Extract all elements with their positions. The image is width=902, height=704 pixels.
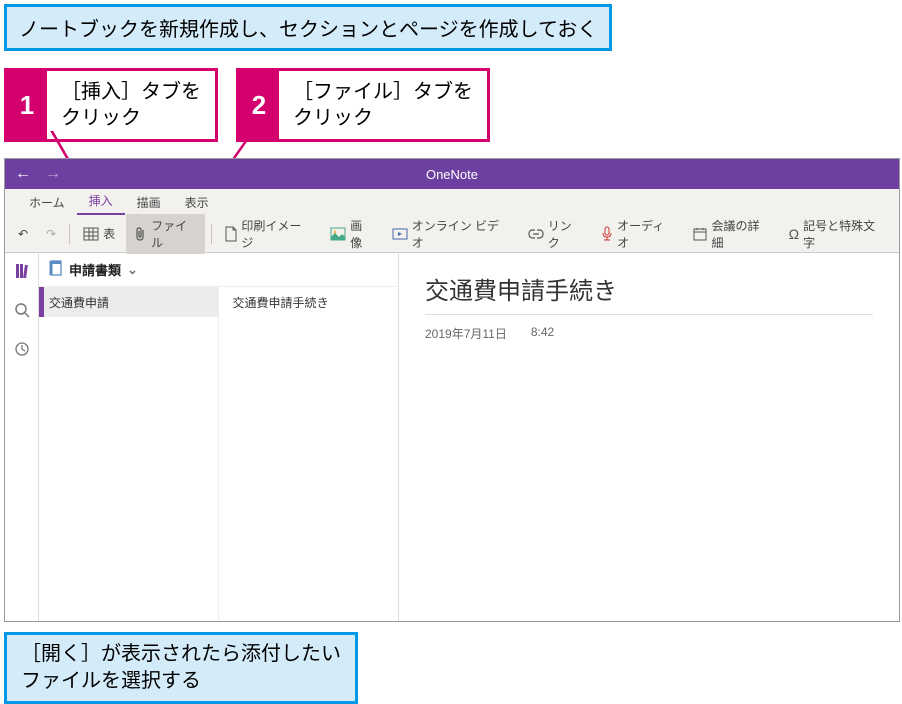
page-list: 交通費申請手続き [219, 287, 399, 621]
tab-view[interactable]: 表示 [173, 190, 221, 215]
navigation-column: 申請書類 ⌄ 交通費申請 交通費申請手続き [39, 253, 399, 621]
section-name: 交通費申請 [49, 294, 109, 311]
search-icon[interactable] [14, 302, 30, 323]
audio-label: オーディオ [617, 217, 675, 251]
calendar-icon [693, 227, 707, 241]
link-icon [528, 229, 544, 239]
back-arrow-icon[interactable]: ← [15, 165, 31, 183]
page-content[interactable]: 交通費申請手続き 2019年7月11日 8:42 [399, 253, 899, 621]
step-box-2: 2 ［ファイル］タブを クリック [236, 68, 490, 142]
page-list-label: 交通費申請手続き [233, 294, 329, 311]
paperclip-icon [133, 226, 147, 242]
instructional-callout-bottom: ［開く］が表示されたら添付したい ファイルを選択する [4, 632, 358, 704]
recent-icon[interactable] [14, 341, 30, 362]
instructional-callout-top: ノートブックを新規作成し、セクションとページを作成しておく [4, 4, 612, 51]
notebooks-icon[interactable] [14, 263, 30, 284]
link-label: リンク [548, 217, 583, 251]
notebook-name: 申請書類 [69, 260, 121, 279]
left-rail [5, 253, 39, 621]
page-title[interactable]: 交通費申請手続き [425, 271, 873, 315]
nav-lists: 交通費申請 交通費申請手続き [39, 287, 398, 621]
toolbar-separator [69, 224, 70, 244]
step-text-2: ［ファイル］タブを クリック [279, 71, 487, 139]
undo-icon: ↶ [18, 227, 28, 241]
app-title: OneNote [426, 167, 478, 182]
page-list-item[interactable]: 交通費申請手続き [219, 287, 399, 317]
forward-arrow-icon[interactable]: → [45, 165, 61, 183]
table-icon [83, 226, 99, 242]
step-number-2: 2 [239, 71, 279, 139]
app-body: 申請書類 ⌄ 交通費申請 交通費申請手続き 交通費申請手続き 2019 [5, 253, 899, 621]
step-number-1: 1 [7, 71, 47, 139]
redo-button[interactable]: ↷ [39, 224, 63, 244]
callout-top-text: ノートブックを新規作成し、セクションとページを作成しておく [19, 19, 597, 41]
tab-home[interactable]: ホーム [17, 190, 77, 215]
online-video-label: オンライン ビデオ [412, 217, 510, 251]
callout-bottom-line2: ファイルを選択する [21, 670, 201, 692]
callout-bottom-line1: ［開く］が表示されたら添付したい [21, 643, 341, 665]
page-time: 8:42 [531, 325, 554, 342]
titlebar-left: ← → [5, 159, 61, 189]
toolbar-separator [211, 224, 212, 244]
symbol-label: 記号と特殊文字 [803, 217, 886, 251]
table-label: 表 [103, 225, 115, 242]
picture-button[interactable]: 画像 [323, 214, 381, 254]
chevron-down-icon: ⌄ [127, 262, 138, 278]
tab-draw[interactable]: 描画 [125, 190, 173, 215]
file-label: ファイル [151, 217, 198, 251]
audio-button[interactable]: オーディオ [594, 214, 682, 254]
meeting-button[interactable]: 会議の詳細 [686, 214, 777, 254]
symbol-button[interactable]: Ω 記号と特殊文字 [782, 214, 893, 254]
notebook-selector[interactable]: 申請書類 ⌄ [39, 253, 398, 287]
step-boxes-container: 1 ［挿入］タブを クリック 2 ［ファイル］タブを クリック [4, 68, 490, 142]
ribbon-toolbar: ↶ ↷ 表 ファイル 印刷イメージ [5, 215, 899, 253]
meeting-label: 会議の詳細 [711, 217, 770, 251]
section-item[interactable]: 交通費申請 [39, 287, 218, 317]
step-box-1: 1 ［挿入］タブを クリック [4, 68, 218, 142]
picture-icon [330, 227, 346, 241]
section-list: 交通費申請 [39, 287, 219, 621]
undo-button[interactable]: ↶ [11, 224, 35, 244]
onenote-window: ← → OneNote ホーム 挿入 描画 表示 ↶ ↷ 表 ファイル [4, 158, 900, 622]
page-date: 2019年7月11日 [425, 325, 507, 342]
tab-insert[interactable]: 挿入 [77, 188, 125, 215]
online-video-button[interactable]: オンライン ビデオ [385, 214, 517, 254]
ribbon-tabs: ホーム 挿入 描画 表示 [5, 189, 899, 215]
redo-icon: ↷ [46, 227, 56, 241]
notebook-icon [49, 260, 63, 279]
step-text-1: ［挿入］タブを クリック [47, 71, 215, 139]
omega-icon: Ω [789, 226, 799, 242]
table-button[interactable]: 表 [76, 222, 122, 245]
document-icon [225, 226, 237, 242]
printout-button[interactable]: 印刷イメージ [218, 214, 319, 254]
printout-label: 印刷イメージ [241, 217, 312, 251]
microphone-icon [601, 226, 613, 242]
file-button[interactable]: ファイル [126, 214, 205, 254]
link-button[interactable]: リンク [521, 214, 590, 254]
video-icon [392, 227, 408, 241]
titlebar: ← → OneNote [5, 159, 899, 189]
page-meta: 2019年7月11日 8:42 [425, 325, 873, 342]
picture-label: 画像 [350, 217, 374, 251]
